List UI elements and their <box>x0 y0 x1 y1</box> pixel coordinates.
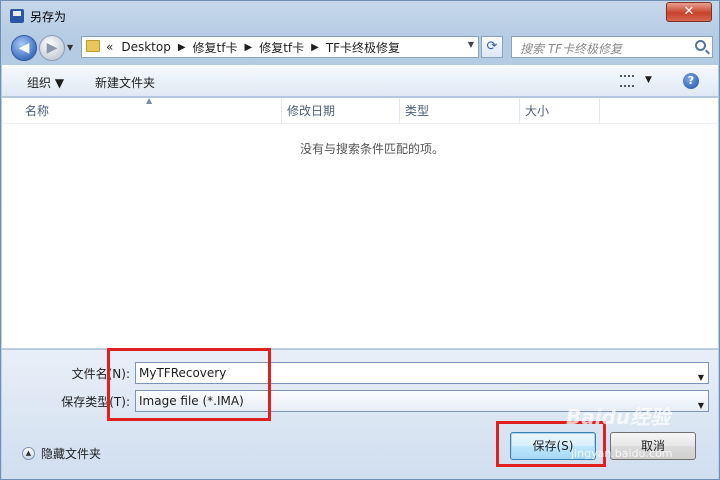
forward-button[interactable]: ▶ <box>39 35 65 61</box>
navigation-bar: ◀ ▶ ▼ « Desktop ▶ 修复tf卡 ▶ 修复tf卡 ▶ TF卡终极修… <box>1 31 719 65</box>
sort-ascending-icon: ▲ <box>146 96 153 105</box>
command-bar: 组织 ▼ 新建文件夹 ▼ ? <box>2 65 718 97</box>
empty-folder-message: 没有与搜索条件匹配的项。 <box>299 142 444 156</box>
folder-icon <box>86 40 100 52</box>
chevron-down-icon[interactable]: ▼ <box>645 75 652 85</box>
breadcrumb-folder-1[interactable]: 修复tf卡 <box>193 39 238 56</box>
breadcrumb-desktop[interactable]: Desktop <box>121 40 171 54</box>
chevron-down-icon[interactable]: ▼ <box>698 396 704 416</box>
hide-folders-toggle[interactable]: ▲ 隐藏文件夹 <box>22 445 101 462</box>
column-date-modified[interactable]: 修改日期 <box>282 98 400 124</box>
new-folder-button[interactable]: 新建文件夹 <box>95 74 155 91</box>
save-as-dialog: 另存为 ✕ ◀ ▶ ▼ « Desktop ▶ 修复tf卡 ▶ 修复tf卡 ▶ … <box>0 0 720 480</box>
filetype-label: 保存类型(T): <box>61 395 130 409</box>
breadcrumb-current-folder[interactable]: TF卡终极修复 <box>326 39 400 56</box>
column-type[interactable]: 类型 <box>400 98 520 124</box>
chevron-right-icon[interactable]: ▶ <box>178 42 186 53</box>
watermark-logo: Baidu经验 <box>566 405 671 429</box>
column-headers: 名称 ▲ 修改日期 类型 大小 <box>2 96 718 124</box>
breadcrumb-overflow[interactable]: « <box>106 40 113 54</box>
hide-folders-label: 隐藏文件夹 <box>41 447 102 461</box>
filename-label: 文件名(N): <box>71 367 130 381</box>
chevron-right-icon[interactable]: ▶ <box>244 42 252 53</box>
file-list[interactable]: 名称 ▲ 修改日期 类型 大小 没有与搜索条件匹配的项。 <box>2 96 718 348</box>
filename-input[interactable]: MyTFRecovery ▼ <box>135 362 709 384</box>
chevron-down-icon[interactable]: ▼ <box>468 40 474 49</box>
save-icon <box>10 9 24 23</box>
filetype-value: Image file (*.IMA) <box>139 394 244 408</box>
breadcrumb: « Desktop ▶ 修复tf卡 ▶ 修复tf卡 ▶ TF卡终极修复 <box>106 39 400 55</box>
address-bar[interactable]: « Desktop ▶ 修复tf卡 ▶ 修复tf卡 ▶ TF卡终极修复 ▼ <box>81 36 479 58</box>
breadcrumb-folder-2[interactable]: 修复tf卡 <box>259 39 304 56</box>
chevron-up-icon: ▲ <box>22 447 35 460</box>
title-bar: 另存为 ✕ <box>1 1 719 31</box>
column-size[interactable]: 大小 <box>520 98 600 124</box>
close-button[interactable]: ✕ <box>666 2 712 22</box>
view-options-icon[interactable] <box>620 75 634 87</box>
help-icon[interactable]: ? <box>683 73 699 89</box>
search-input[interactable]: 搜索 TF卡终极修复 <box>511 36 713 58</box>
back-button[interactable]: ◀ <box>11 35 37 61</box>
filename-value: MyTFRecovery <box>139 366 227 380</box>
search-placeholder: 搜索 TF卡终极修复 <box>520 42 623 56</box>
recent-locations-icon[interactable]: ▼ <box>67 43 73 52</box>
refresh-icon[interactable]: ⟳ <box>481 36 503 58</box>
chevron-right-icon[interactable]: ▶ <box>311 42 319 53</box>
window-title: 另存为 <box>30 10 67 24</box>
organize-menu[interactable]: 组织 ▼ <box>27 74 64 91</box>
search-icon[interactable] <box>695 40 706 51</box>
watermark-url: jingyan.baidu.com <box>571 447 673 460</box>
chevron-down-icon[interactable]: ▼ <box>698 368 704 388</box>
